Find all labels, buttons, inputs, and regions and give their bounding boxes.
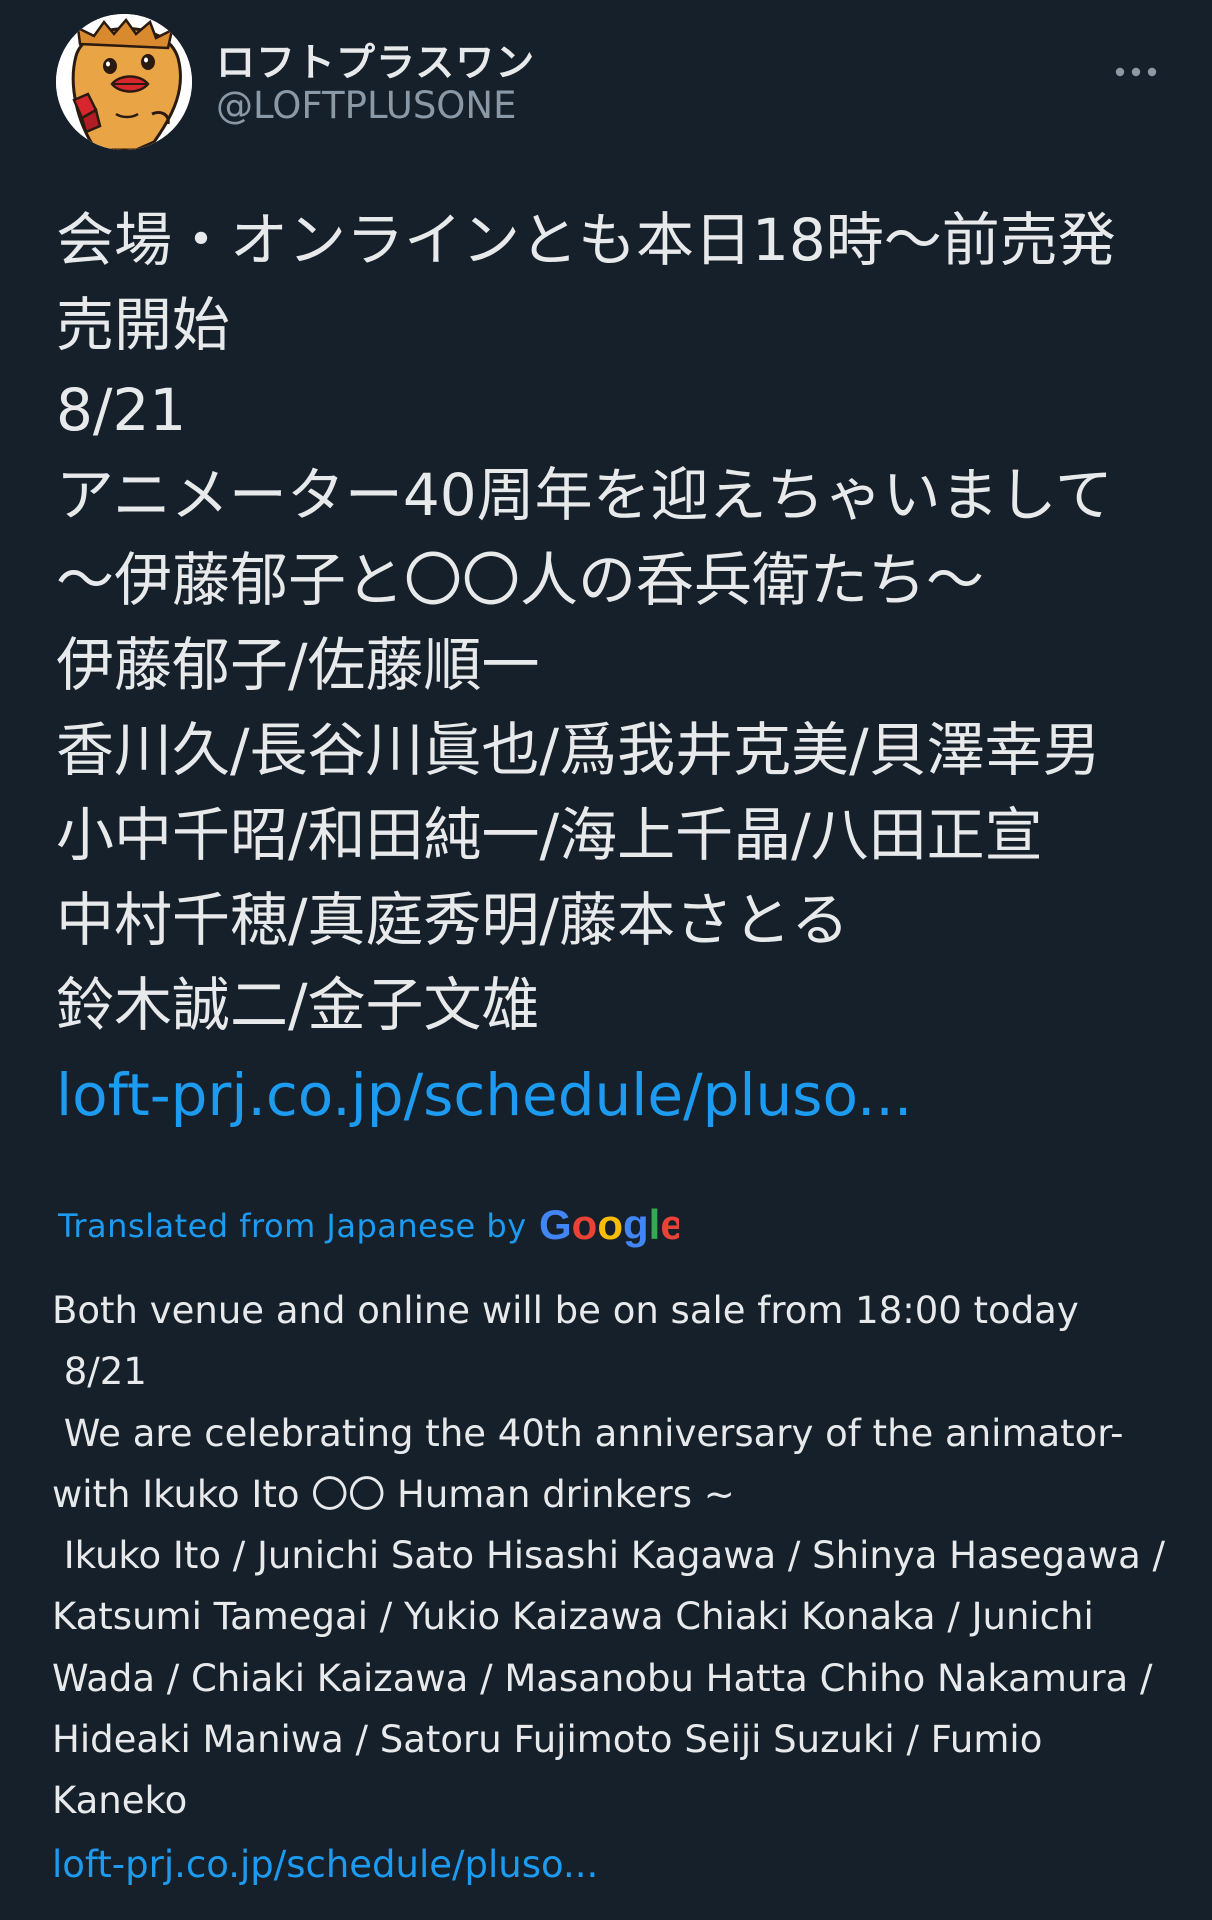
translated-by-google[interactable]: Translated from Japanese by Google (58, 1196, 679, 1256)
google-logo-svg: Google (539, 1201, 679, 1248)
translation-line: with Ikuko Ito 〇〇 Human drinkers ~ (52, 1472, 735, 1516)
tweet-link[interactable]: loft-prj.co.jp/schedule/pluso... (56, 1053, 912, 1138)
translation-line: 8/21 (52, 1350, 147, 1394)
translated-label: Translated from Japanese by (58, 1207, 527, 1245)
translation-line: Hideaki Maniwa / Satoru Fujimoto Seiji S… (52, 1718, 1043, 1762)
google-letter: o (571, 1201, 597, 1248)
tweet-line: ～伊藤郁子と〇〇人の呑兵衛たち～ (56, 546, 985, 614)
tweet-line: アニメーター40周年を迎えちゃいまして (56, 461, 1113, 529)
translation-line: We are celebrating the 40th anniversary … (52, 1411, 1124, 1455)
tweet-text: 会場・オンラインとも本日18時～前売発 売開始 8/21 アニメーター40周年を… (56, 198, 1176, 1048)
tweet-header: ロフトプラスワン @LOFTPLUSONE (56, 14, 1157, 154)
translation-text: Both venue and online will be on sale fr… (52, 1280, 1172, 1832)
tweet-line: 売開始 (56, 291, 231, 359)
google-letter: o (597, 1201, 623, 1248)
google-letter: G (539, 1201, 572, 1248)
tweet-line: 小中千昭/和田純一/海上千晶/八田正宣 (56, 801, 1043, 869)
tweet-line: 鈴木誠二/金子文雄 (56, 971, 540, 1039)
avatar-mascot-icon (56, 14, 192, 150)
translation-line: Wada / Chiaki Kaizawa / Masanobu Hatta C… (52, 1656, 1153, 1700)
translation-line: Ikuko Ito / Junichi Sato Hisashi Kagawa … (52, 1534, 1165, 1578)
google-letter: g (623, 1201, 649, 1248)
tweet-line: 8/21 (56, 376, 187, 444)
tweet-line: 中村千穂/真庭秀明/藤本さとる (56, 886, 850, 954)
translation-link[interactable]: loft-prj.co.jp/schedule/pluso... (52, 1834, 598, 1895)
translation-line: Katsumi Tamegai / Yukio Kaizawa Chiaki K… (52, 1595, 1094, 1639)
translation-line: Both venue and online will be on sale fr… (52, 1289, 1079, 1332)
google-logo-icon: Google (539, 1201, 679, 1251)
more-options-button[interactable] (1104, 44, 1168, 100)
avatar[interactable] (56, 14, 192, 150)
tweet-line: 香川久/長谷川眞也/爲我井克美/貝澤幸男 (56, 716, 1101, 784)
google-letter: l (648, 1201, 660, 1248)
user-display-name[interactable]: ロフトプラスワン (216, 32, 535, 88)
translation-line: Kaneko (52, 1779, 188, 1823)
tweet-line: 伊藤郁子/佐藤順一 (56, 631, 540, 699)
user-handle[interactable]: @LOFTPLUSONE (216, 84, 516, 127)
google-letter: e (660, 1201, 679, 1248)
more-horizontal-icon (1115, 67, 1157, 77)
tweet-line: 会場・オンラインとも本日18時～前売発 (56, 206, 1116, 274)
svg-text:Google: Google (539, 1201, 679, 1248)
